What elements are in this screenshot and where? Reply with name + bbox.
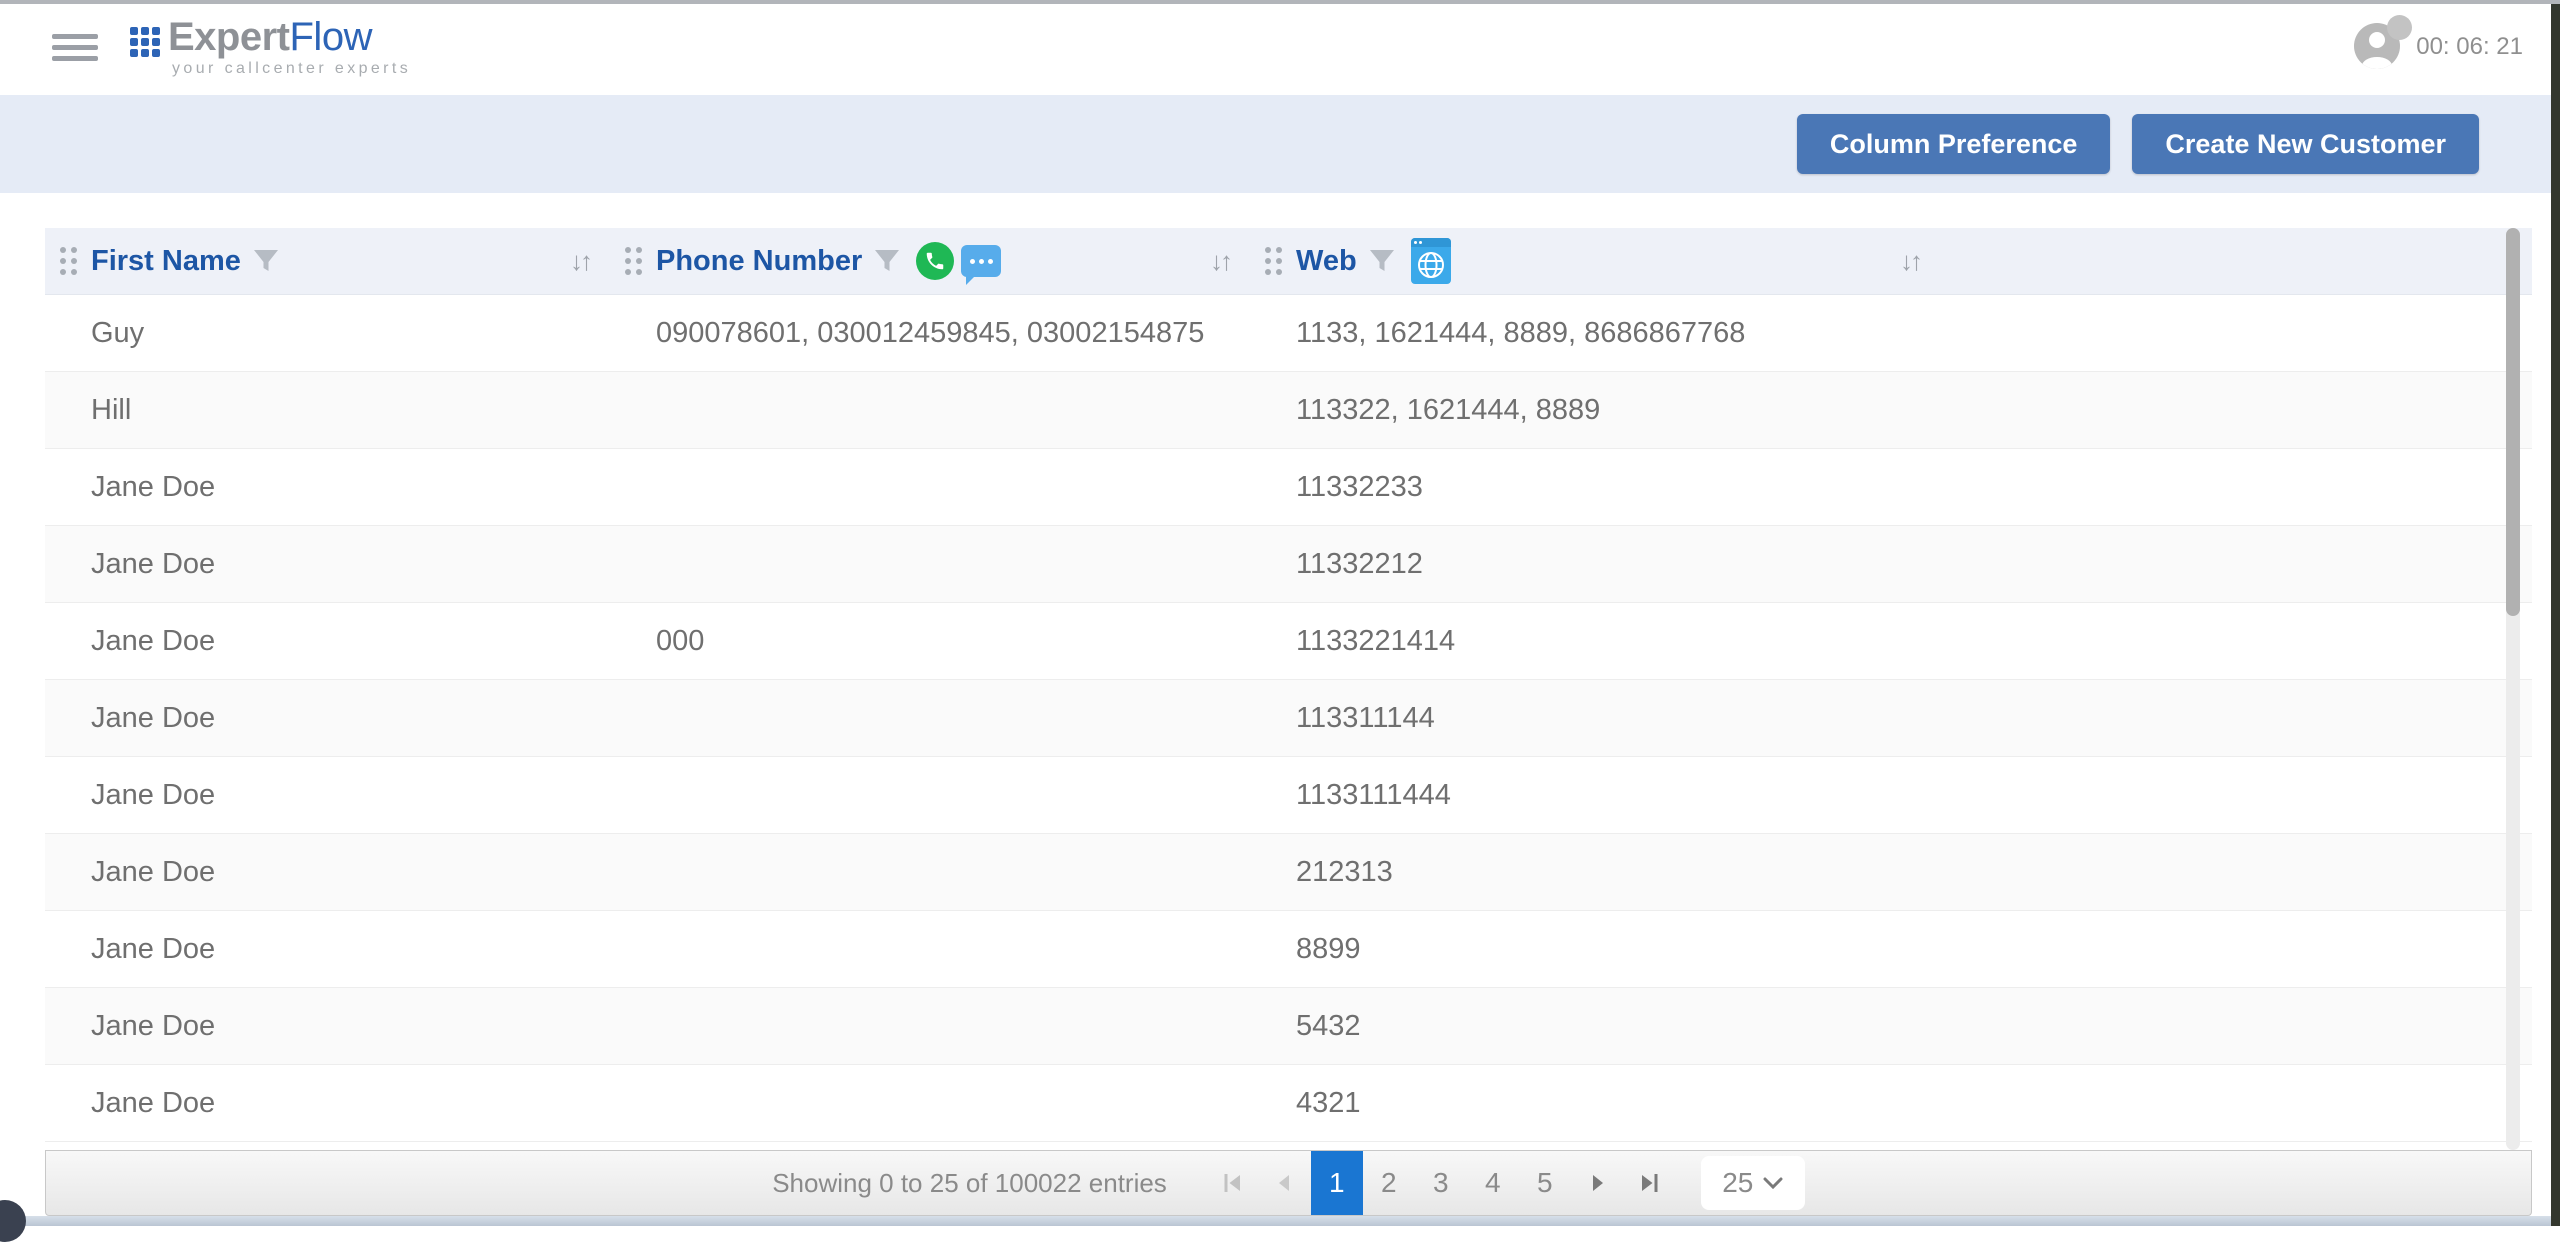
action-toolbar: Column Preference Create New Customer — [0, 95, 2551, 193]
window-right-edge — [2551, 0, 2560, 1226]
column-header-spacer — [1940, 228, 2532, 294]
table-row[interactable]: Jane Doe 113311144 — [45, 680, 2532, 757]
previous-page-button[interactable] — [1259, 1151, 1311, 1215]
table-row[interactable]: Guy090078601, 030012459845, 030021548751… — [45, 295, 2532, 372]
last-page-button[interactable] — [1623, 1151, 1675, 1215]
cell-web: 113311144 — [1250, 702, 1940, 735]
window-top-edge — [0, 0, 2560, 4]
column-preference-button[interactable]: Column Preference — [1797, 114, 2111, 174]
next-page-button[interactable] — [1571, 1151, 1623, 1215]
cell-first-name: Jane Doe — [45, 933, 610, 966]
sort-icon[interactable]: ↓↑ — [1210, 246, 1230, 277]
create-new-customer-button[interactable]: Create New Customer — [2132, 114, 2479, 174]
user-avatar[interactable] — [2354, 23, 2402, 71]
brand-expert: Expert — [168, 15, 290, 59]
brand-flow: Flow — [290, 15, 372, 59]
showing-entries-text: Showing 0 to 25 of 100022 entries — [772, 1168, 1167, 1199]
cell-first-name: Jane Doe — [45, 1010, 610, 1043]
cell-first-name: Jane Doe — [45, 548, 610, 581]
cell-phone-number: 000 — [610, 625, 1250, 658]
drag-handle-icon[interactable] — [60, 247, 77, 275]
filter-icon[interactable] — [1369, 249, 1395, 273]
sms-icon — [961, 245, 1001, 277]
chevron-down-icon — [1763, 1177, 1783, 1190]
first-page-button[interactable] — [1207, 1151, 1259, 1215]
sort-icon[interactable]: ↓↑ — [1900, 246, 1920, 277]
table-row[interactable]: Jane Doe 11332212 — [45, 526, 2532, 603]
hamburger-menu-icon[interactable] — [52, 34, 98, 61]
cell-web: 212313 — [1250, 856, 1940, 889]
column-header-first-name[interactable]: First Name ↓↑ — [45, 228, 610, 294]
cell-first-name: Jane Doe — [45, 779, 610, 812]
cell-first-name: Jane Doe — [45, 625, 610, 658]
brand-name: ExpertFlow — [168, 17, 411, 57]
brand-tagline: your callcenter experts — [168, 60, 411, 78]
cell-web: 113322, 1621444, 8889 — [1250, 394, 1940, 427]
table-row[interactable]: Hill 113322, 1621444, 8889 — [45, 372, 2532, 449]
column-label: First Name — [91, 245, 241, 278]
column-label: Web — [1296, 245, 1357, 278]
page-button-4[interactable]: 4 — [1467, 1151, 1519, 1215]
cell-web: 1133221414 — [1250, 625, 1940, 658]
cell-first-name: Jane Doe — [45, 1087, 610, 1120]
cell-web: 5432 — [1250, 1010, 1940, 1043]
cell-first-name: Jane Doe — [45, 856, 610, 889]
cell-web: 11332212 — [1250, 548, 1940, 581]
filter-icon[interactable] — [874, 249, 900, 273]
column-header-phone-number[interactable]: Phone Number ↓↑ — [610, 228, 1250, 294]
table-row[interactable]: Jane Doe 4321 — [45, 1065, 2532, 1142]
expertflow-logo: ExpertFlow your callcenter experts — [130, 17, 411, 78]
page-bottom-strip — [0, 1216, 2551, 1226]
column-header-web[interactable]: Web ↓↑ — [1250, 228, 1940, 294]
table-row[interactable]: Jane Doe 212313 — [45, 834, 2532, 911]
cell-web: 1133, 1621444, 8889, 8686867768 — [1250, 317, 1940, 350]
table-row[interactable]: Jane Doe 5432 — [45, 988, 2532, 1065]
avatar-status-badge — [2387, 15, 2412, 40]
table-row[interactable]: Jane Doe 11332233 — [45, 449, 2532, 526]
cell-phone-number: 090078601, 030012459845, 03002154875 — [610, 317, 1250, 350]
session-timer: 00: 06: 21 — [2416, 33, 2523, 61]
cell-web: 4321 — [1250, 1087, 1940, 1120]
cell-first-name: Jane Doe — [45, 471, 610, 504]
drag-handle-icon[interactable] — [1265, 247, 1282, 275]
page-button-1[interactable]: 1 — [1311, 1151, 1363, 1215]
web-browser-icon — [1411, 238, 1451, 284]
page-button-3[interactable]: 3 — [1415, 1151, 1467, 1215]
drag-handle-icon[interactable] — [625, 247, 642, 275]
cell-web: 1133111444 — [1250, 779, 1940, 812]
cell-first-name: Jane Doe — [45, 702, 610, 735]
filter-icon[interactable] — [253, 249, 279, 273]
vertical-scrollbar[interactable] — [2506, 228, 2520, 1150]
cell-web: 8899 — [1250, 933, 1940, 966]
pagination: 1 2 3 4 5 — [1207, 1151, 1675, 1215]
table-row[interactable]: Jane Doe0001133221414 — [45, 603, 2532, 680]
table-row[interactable]: Jane Doe 1133111444 — [45, 757, 2532, 834]
column-label: Phone Number — [656, 245, 862, 278]
table-footer: Showing 0 to 25 of 100022 entries 1 2 3 … — [45, 1150, 2532, 1216]
sort-icon[interactable]: ↓↑ — [570, 246, 590, 277]
logo-dots-icon — [130, 27, 160, 57]
whatsapp-icon — [916, 242, 954, 280]
scrollbar-thumb[interactable] — [2506, 228, 2520, 616]
page-size-select[interactable]: 25 — [1701, 1156, 1805, 1210]
cell-first-name: Guy — [45, 317, 610, 350]
table-header-row: First Name ↓↑ Phone Number ↓↑ Web — [45, 228, 2532, 295]
table-row[interactable]: Jane Doe 8899 — [45, 911, 2532, 988]
customers-table: First Name ↓↑ Phone Number ↓↑ Web — [45, 228, 2532, 1142]
page-button-2[interactable]: 2 — [1363, 1151, 1415, 1215]
window-corner — [0, 1200, 26, 1242]
table-body: Guy090078601, 030012459845, 030021548751… — [45, 295, 2532, 1142]
cell-first-name: Hill — [45, 394, 610, 427]
page-size-value: 25 — [1722, 1167, 1753, 1199]
cell-web: 11332233 — [1250, 471, 1940, 504]
top-bar: ExpertFlow your callcenter experts 00: 0… — [0, 4, 2551, 90]
page-button-5[interactable]: 5 — [1519, 1151, 1571, 1215]
